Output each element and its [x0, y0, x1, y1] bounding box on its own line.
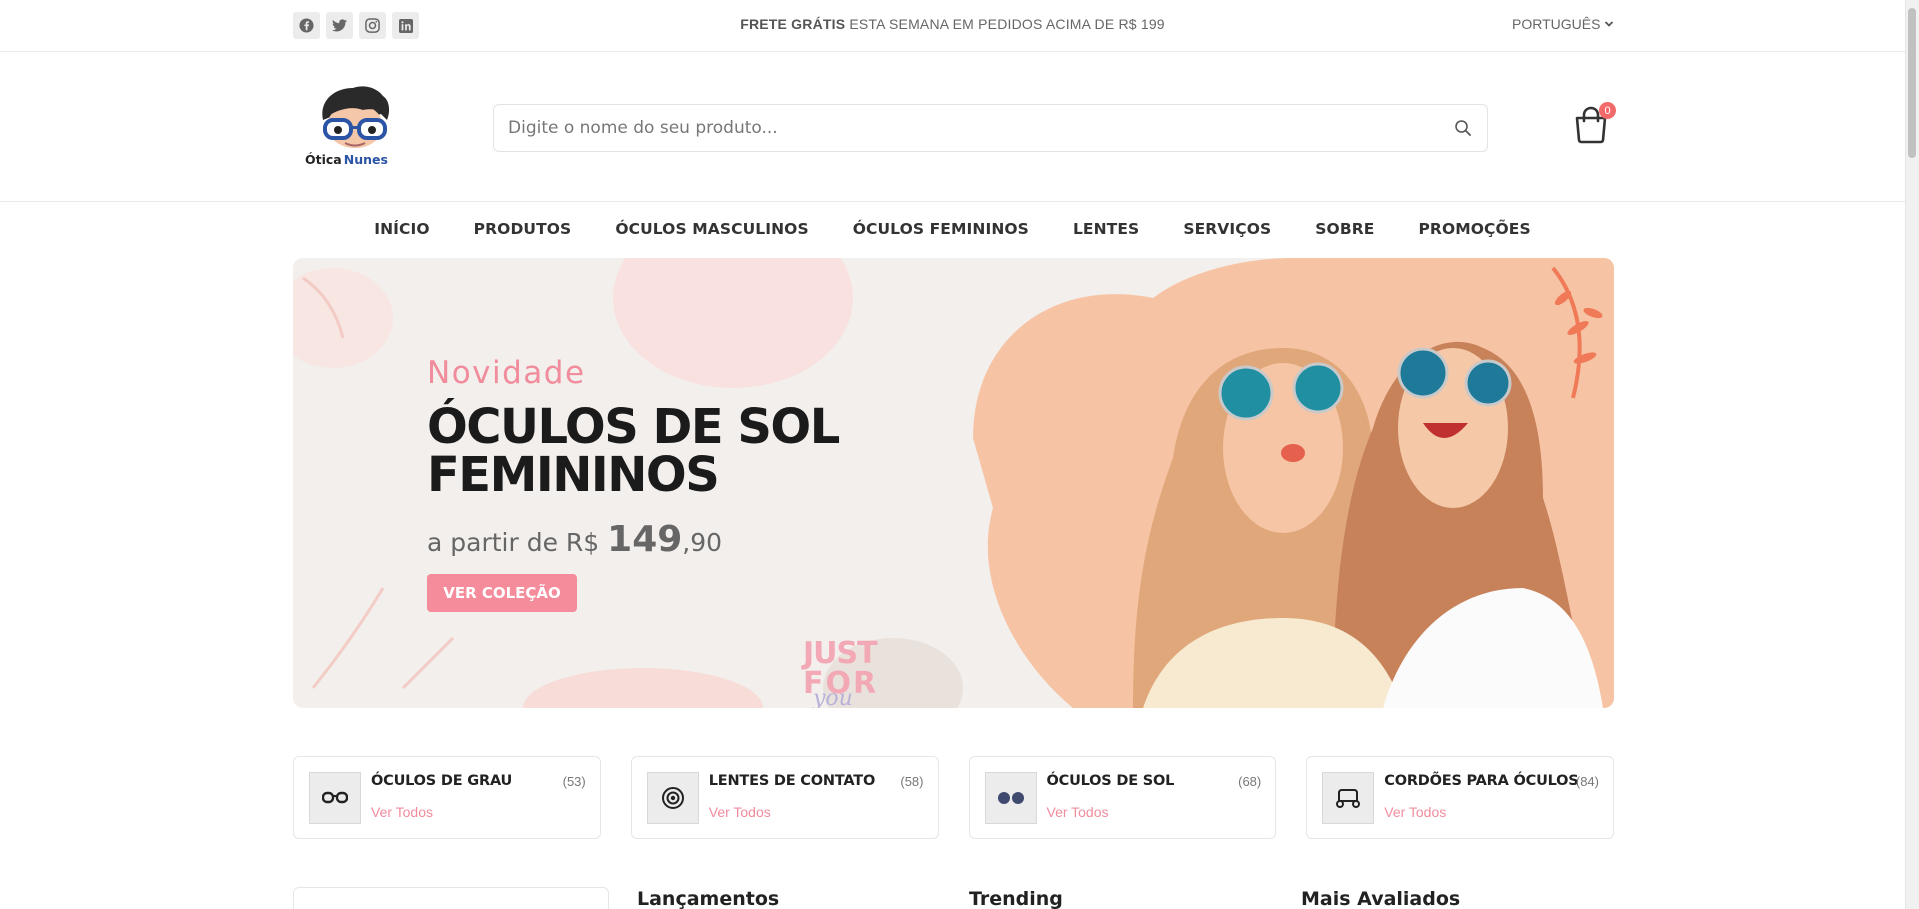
nav-item-promocoes[interactable]: PROMOÇÕES: [1396, 212, 1552, 248]
category-count: (84): [1575, 774, 1599, 789]
section-heading-trending: Trending: [969, 888, 1063, 909]
view-all-link[interactable]: Ver Todos: [1047, 804, 1109, 820]
nav-item-lentes[interactable]: LENTES: [1051, 212, 1161, 248]
logo[interactable]: Ótica Nunes: [305, 80, 405, 170]
category-title: ÓCULOS DE SOL: [1046, 773, 1175, 789]
category-card[interactable]: CORDÕES PARA ÓCULOS (84) Ver Todos: [1306, 756, 1614, 839]
category-list: ÓCULOS DE GRAU (53) Ver Todos LENTES DE …: [293, 756, 1614, 839]
main-nav: INÍCIO PRODUTOS ÓCULOS MASCULINOS ÓCULOS…: [0, 212, 1905, 248]
category-count: (53): [562, 774, 586, 789]
nav-item-oculos-masculinos[interactable]: ÓCULOS MASCULINOS: [593, 212, 830, 248]
category-title: LENTES DE CONTATO: [708, 773, 876, 789]
deco-text-you: you: [812, 686, 853, 708]
contact-lens-icon: [646, 772, 699, 824]
search-icon[interactable]: [1453, 118, 1473, 138]
section-heading-launches: Lançamentos: [637, 888, 780, 909]
scrollbar-thumb[interactable]: [1908, 8, 1916, 158]
sunglasses-icon: [984, 772, 1037, 824]
chevron-down-icon: [1605, 21, 1614, 27]
category-title: CORDÕES PARA ÓCULOS: [1384, 773, 1579, 789]
hero-price: a partir de R$ 149,90: [427, 519, 723, 560]
top-bar: FRETE GRÁTIS ESTA SEMANA EM PEDIDOS ACIM…: [0, 0, 1905, 52]
nav-item-servicos[interactable]: SERVIÇOS: [1161, 212, 1293, 248]
nav-item-inicio[interactable]: INÍCIO: [352, 212, 451, 248]
language-label: PORTUGUÊS: [1512, 16, 1601, 32]
category-count: (68): [1238, 774, 1262, 789]
view-all-link[interactable]: Ver Todos: [1384, 804, 1446, 820]
view-all-link[interactable]: Ver Todos: [709, 804, 771, 820]
category-card[interactable]: LENTES DE CONTATO (58) Ver Todos: [630, 756, 939, 839]
nav-item-oculos-femininos[interactable]: ÓCULOS FEMININOS: [831, 212, 1051, 248]
cart-count-badge: 0: [1599, 102, 1616, 119]
hero-kicker: Novidade: [427, 355, 586, 391]
logo-text: Ótica Nunes: [305, 152, 388, 167]
category-card[interactable]: ÓCULOS DE GRAU (53) Ver Todos: [293, 756, 601, 839]
category-card[interactable]: ÓCULOS DE SOL (68) Ver Todos: [968, 756, 1277, 839]
view-collection-button[interactable]: VER COLEÇÃO: [427, 574, 577, 612]
hero-banner: JUST FOR you Novidade ÓCULOS DE SOL FEMI…: [293, 258, 1614, 708]
view-all-link[interactable]: Ver Todos: [371, 804, 433, 820]
site-header: ÓticaNunes 0: [0, 52, 1905, 202]
section-heading-top-rated: Mais Avaliados: [1301, 888, 1461, 909]
hero-title: ÓCULOS DE SOL FEMININOS: [427, 399, 840, 503]
sidebar-card: [293, 887, 609, 909]
free-shipping-banner: FRETE GRÁTIS ESTA SEMANA EM PEDIDOS ACIM…: [740, 16, 1165, 32]
eyeglasses-icon: [309, 772, 361, 824]
cord-icon: [1322, 772, 1375, 824]
language-selector[interactable]: PORTUGUÊS: [1512, 16, 1614, 32]
category-count: (58): [900, 774, 924, 789]
search-bar: [493, 104, 1488, 152]
category-title: ÓCULOS DE GRAU: [371, 773, 513, 789]
nav-item-sobre[interactable]: SOBRE: [1293, 212, 1396, 248]
page-scrollbar[interactable]: [1905, 0, 1919, 909]
search-input[interactable]: [508, 118, 1453, 138]
nav-item-produtos[interactable]: PRODUTOS: [452, 212, 594, 248]
logo-mascot-icon: Ótica Nunes: [305, 86, 390, 167]
